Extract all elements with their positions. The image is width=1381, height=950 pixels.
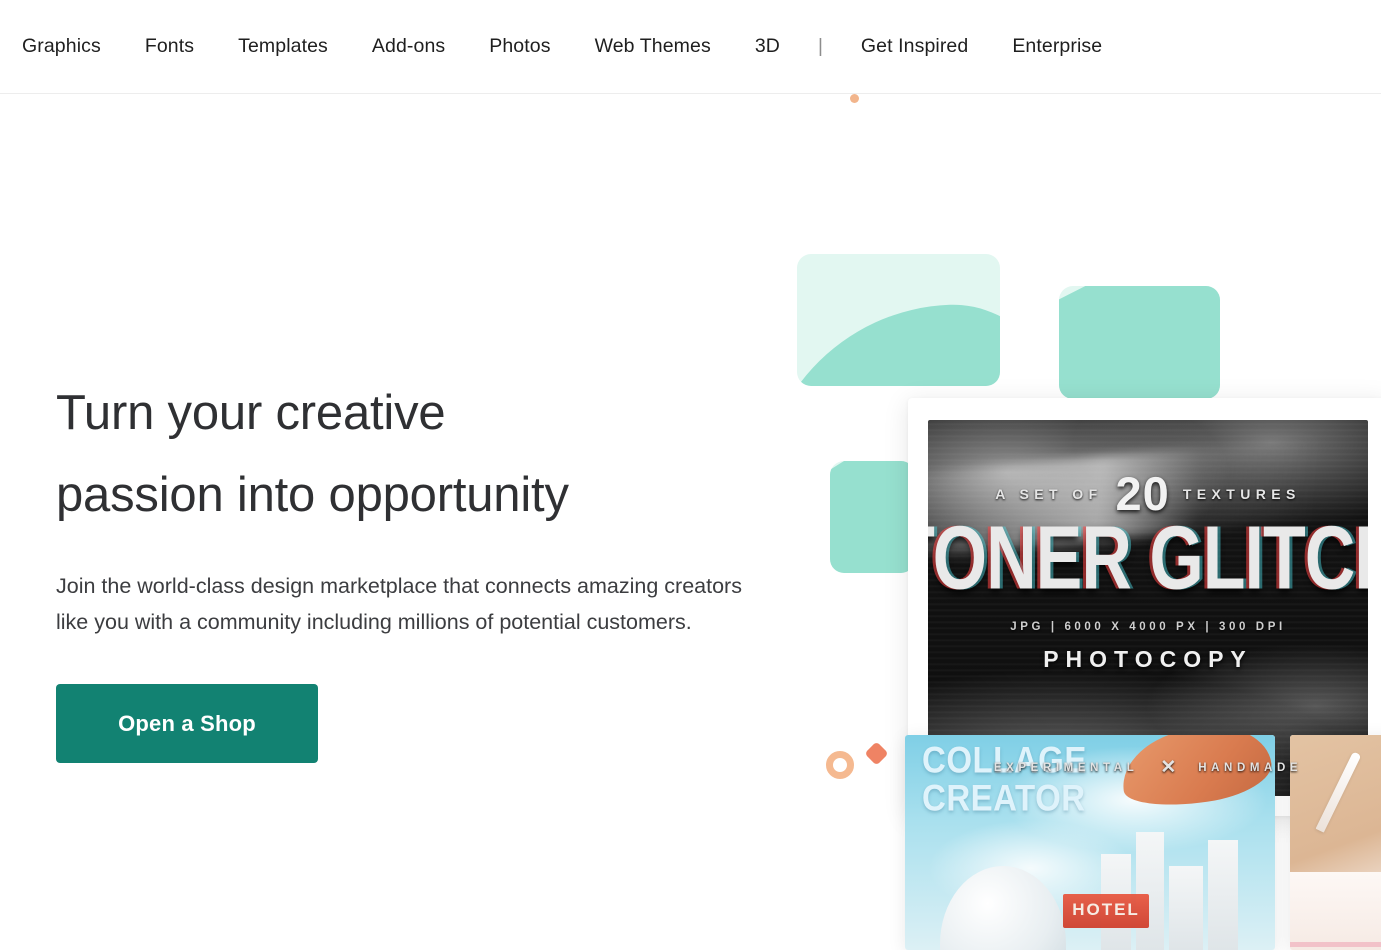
mint-tile-small bbox=[830, 461, 915, 573]
page-title-line-1: Turn your creative bbox=[56, 386, 446, 440]
mint-tile-large bbox=[797, 254, 1000, 386]
cross-mark-icon: ✕ bbox=[1160, 757, 1177, 778]
mint-tile-medium bbox=[1059, 286, 1220, 399]
product-footer-left: EXPERIMENTAL bbox=[993, 761, 1139, 774]
product-subtitle: PHOTOCOPY bbox=[1043, 645, 1253, 672]
primary-navigation: Graphics Fonts Templates Add-ons Photos … bbox=[0, 0, 1381, 94]
product-spec-line: JPG | 6000 X 4000 PX | 300 DPI bbox=[1010, 620, 1286, 633]
orange-dot-decoration bbox=[850, 94, 859, 103]
product-kicker-after: TEXTURES bbox=[1182, 486, 1301, 503]
mint-tile-swoosh bbox=[1059, 286, 1220, 399]
product-kicker-before: A SET OF bbox=[995, 486, 1103, 503]
collage-building bbox=[1136, 832, 1164, 950]
mint-tile-swoosh bbox=[797, 300, 1000, 386]
product-footer: EXPERIMENTAL ✕ HANDMADE bbox=[928, 756, 1368, 779]
hero-artwork: A SET OF 20 TEXTURES TONER GLITCH JPG | … bbox=[780, 94, 1381, 950]
page-title-line-2: passion into opportunity bbox=[56, 468, 569, 522]
hero-subtitle: Join the world-class design marketplace … bbox=[56, 574, 742, 634]
page-title: Turn your creative passion into opportun… bbox=[56, 372, 786, 536]
orange-diamond-decoration bbox=[864, 741, 889, 766]
hero-section: Turn your creative passion into opportun… bbox=[56, 372, 786, 763]
photo-desk-surface bbox=[1290, 872, 1381, 950]
collage-dome-cutout bbox=[940, 866, 1066, 950]
collage-hotel-sign-label: HOTEL bbox=[1072, 900, 1140, 919]
nav-item-3d[interactable]: 3D bbox=[733, 29, 802, 64]
collage-title-line-2: CREATOR bbox=[922, 776, 1086, 819]
collage-building bbox=[1169, 866, 1203, 950]
nav-item-photos[interactable]: Photos bbox=[467, 29, 572, 64]
photo-pink-accent bbox=[1290, 942, 1381, 947]
nav-item-enterprise[interactable]: Enterprise bbox=[990, 29, 1124, 64]
nav-separator: | bbox=[817, 35, 823, 57]
mint-tile-swoosh bbox=[830, 461, 915, 573]
collage-creator-title: COLLAGE CREATOR bbox=[922, 740, 1087, 819]
nav-item-fonts[interactable]: Fonts bbox=[123, 29, 216, 64]
product-footer-right: HANDMADE bbox=[1198, 761, 1303, 774]
collage-building bbox=[1208, 840, 1238, 950]
nav-item-web-themes[interactable]: Web Themes bbox=[573, 29, 733, 64]
nav-item-get-inspired[interactable]: Get Inspired bbox=[839, 29, 990, 64]
nav-item-graphics[interactable]: Graphics bbox=[22, 29, 123, 64]
nav-item-add-ons[interactable]: Add-ons bbox=[350, 29, 467, 64]
open-a-shop-button[interactable]: Open a Shop bbox=[56, 684, 318, 763]
orange-ring-decoration bbox=[826, 751, 854, 779]
nav-item-templates[interactable]: Templates bbox=[216, 29, 350, 64]
product-title: TONER GLITCH bbox=[928, 507, 1368, 608]
